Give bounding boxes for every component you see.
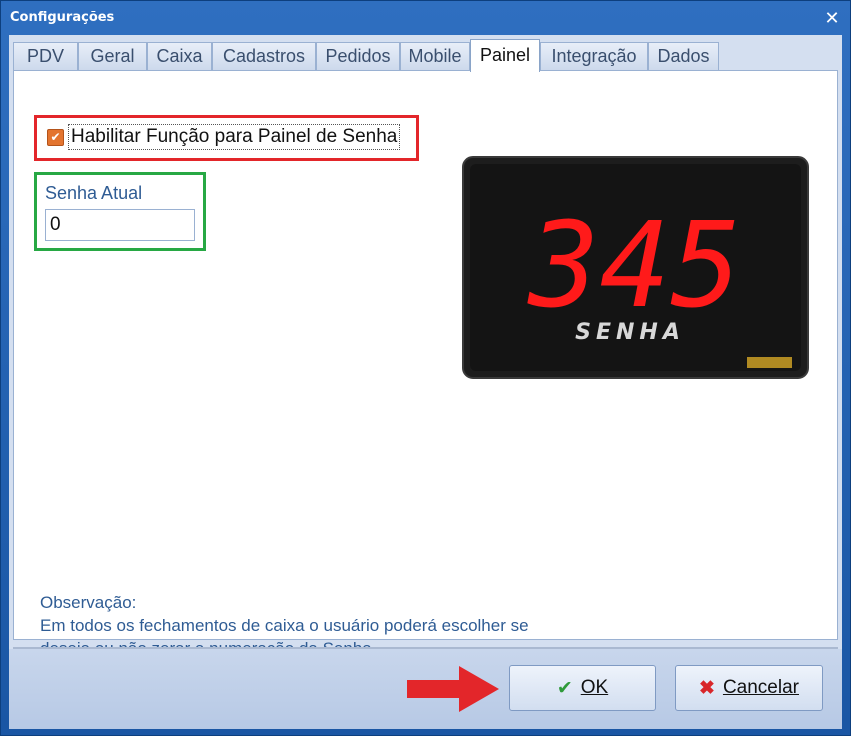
- tab-dados[interactable]: Dados: [648, 42, 719, 70]
- pointer-arrow-icon: [407, 666, 499, 712]
- window-title: Configurações: [10, 10, 115, 25]
- senha-display-image: 345 SENHA: [462, 156, 809, 379]
- cancel-button[interactable]: ✖ Cancelar: [675, 665, 823, 711]
- observation-title: Observação:: [40, 593, 137, 612]
- senha-atual-highlight-box: Senha Atual: [34, 172, 206, 251]
- enable-panel-checkbox[interactable]: ✔: [47, 129, 64, 146]
- display-sticker: [747, 357, 792, 368]
- close-icon[interactable]: ✕: [819, 5, 845, 31]
- dialog-body: PDV Geral Caixa Cadastros Pedidos Mobile…: [9, 35, 842, 729]
- tab-geral[interactable]: Geral: [78, 42, 147, 70]
- dialog-footer: ✔ OK ✖ Cancelar: [9, 649, 842, 729]
- title-bar[interactable]: Configurações ✕: [1, 1, 850, 35]
- tab-pedidos[interactable]: Pedidos: [316, 42, 400, 70]
- x-icon: ✖: [699, 677, 715, 699]
- tab-pdv[interactable]: PDV: [13, 42, 78, 70]
- tab-caixa[interactable]: Caixa: [147, 42, 212, 70]
- tab-mobile[interactable]: Mobile: [400, 42, 470, 70]
- display-caption: SENHA: [575, 320, 685, 345]
- tab-cadastros[interactable]: Cadastros: [212, 42, 316, 70]
- tab-painel[interactable]: Painel: [470, 39, 540, 72]
- enable-panel-label[interactable]: Habilitar Função para Painel de Senha: [68, 124, 401, 150]
- ok-button[interactable]: ✔ OK: [509, 665, 656, 711]
- observation-line-1: Em todos os fechamentos de caixa o usuár…: [40, 616, 529, 635]
- settings-dialog: Configurações ✕ PDV Geral Caixa Cadastro…: [0, 0, 851, 736]
- senha-atual-label: Senha Atual: [45, 183, 143, 203]
- painel-tab-panel: ✔ Habilitar Função para Painel de Senha …: [13, 70, 838, 658]
- enable-highlight-box: ✔ Habilitar Função para Painel de Senha: [34, 115, 419, 161]
- cancel-label: Cancelar: [722, 677, 799, 698]
- senha-atual-input[interactable]: [45, 209, 195, 241]
- ok-label: OK: [580, 677, 609, 698]
- tab-integracao[interactable]: Integração: [540, 42, 648, 70]
- check-icon: ✔: [556, 677, 573, 699]
- display-digits: 345: [526, 196, 741, 334]
